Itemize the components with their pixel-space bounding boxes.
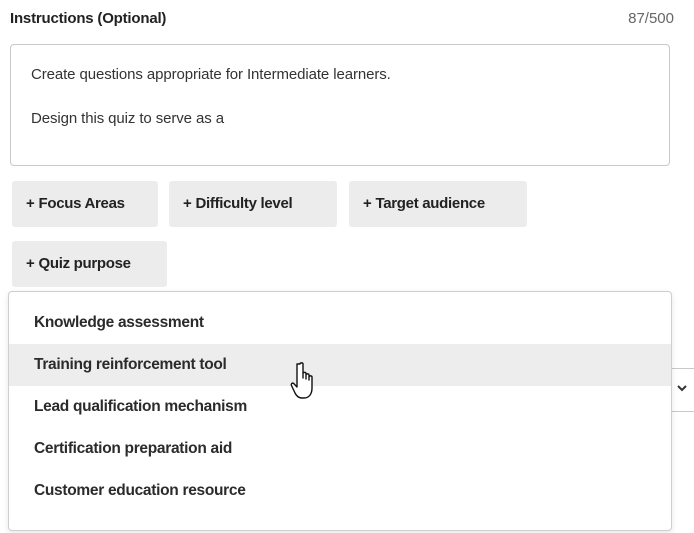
- dropdown-option[interactable]: Training reinforcement tool: [9, 344, 671, 386]
- plus-icon: +: [363, 195, 372, 212]
- hand-pointer-icon: [290, 362, 313, 399]
- dropdown-option[interactable]: Certification preparation aid: [9, 428, 671, 470]
- dropdown-option[interactable]: Lead qualification mechanism: [9, 386, 671, 428]
- chip-label: Quiz purpose: [38, 255, 131, 272]
- instructions-label: Instructions (Optional): [10, 10, 167, 27]
- chevron-down-icon: [677, 380, 687, 395]
- plus-icon: +: [26, 255, 35, 272]
- target-audience-chip[interactable]: + Target audience: [349, 181, 527, 227]
- focus-areas-chip[interactable]: + Focus Areas: [12, 181, 158, 227]
- dropdown-option[interactable]: Customer education resource: [9, 470, 671, 512]
- quiz-purpose-dropdown: Knowledge assessment Training reinforcem…: [8, 291, 672, 531]
- chip-label: Target audience: [375, 195, 485, 212]
- chip-label: Focus Areas: [38, 195, 125, 212]
- plus-icon: +: [26, 195, 35, 212]
- chip-label: Difficulty level: [195, 195, 293, 212]
- plus-icon: +: [183, 195, 192, 212]
- character-counter: 87/500: [628, 10, 674, 27]
- dropdown-option[interactable]: Knowledge assessment: [9, 302, 671, 344]
- instructions-textarea[interactable]: Create questions appropriate for Interme…: [10, 44, 670, 166]
- instructions-header: Instructions (Optional) 87/500: [10, 10, 674, 32]
- quiz-purpose-chip[interactable]: + Quiz purpose: [12, 241, 167, 287]
- difficulty-level-chip[interactable]: + Difficulty level: [169, 181, 337, 227]
